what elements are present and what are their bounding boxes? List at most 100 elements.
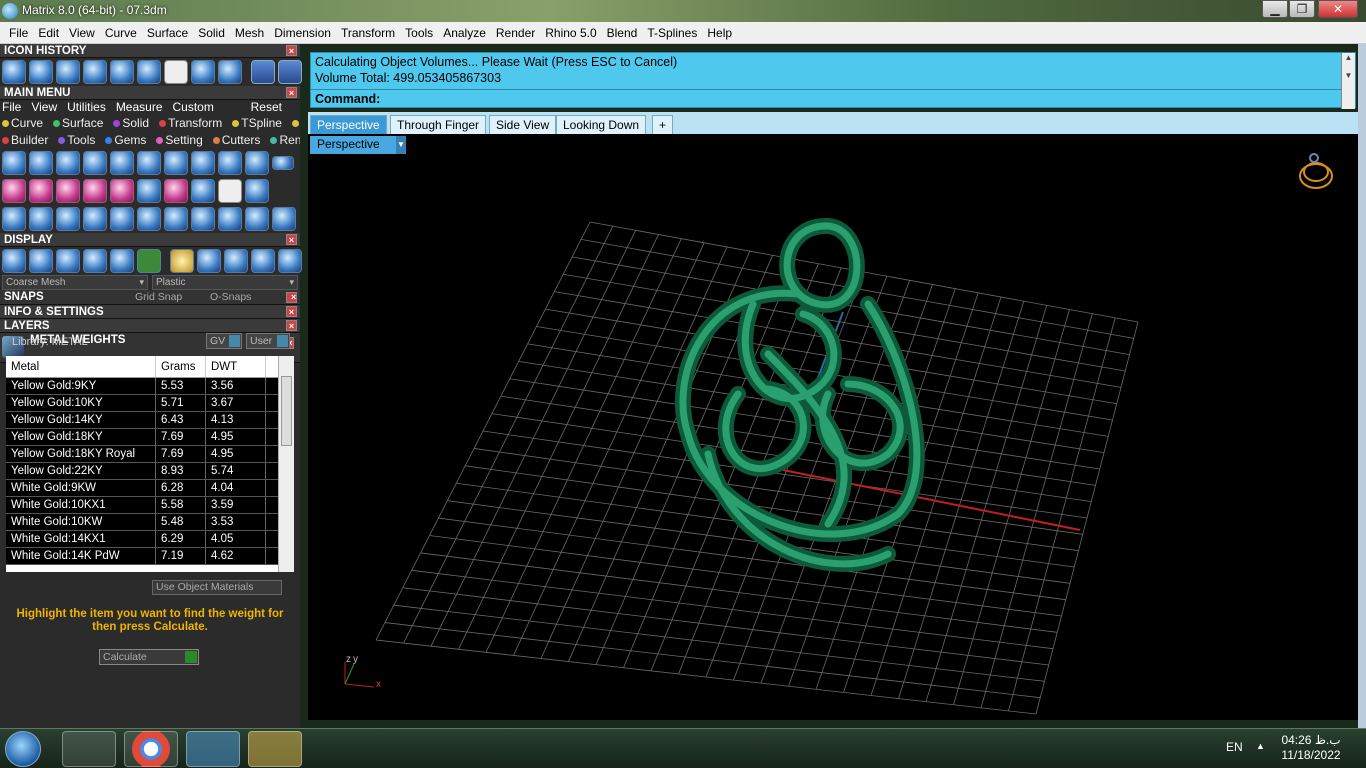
- remove-icon[interactable]: [56, 179, 80, 203]
- category-tools[interactable]: Tools: [58, 132, 100, 149]
- menu-tools[interactable]: Tools: [400, 26, 438, 40]
- material-select[interactable]: Plastic: [152, 275, 298, 290]
- category-art[interactable]: Art: [291, 115, 300, 132]
- category-cutters[interactable]: Cutters: [212, 132, 266, 149]
- close-icon[interactable]: ×: [286, 234, 297, 245]
- calculate-button[interactable]: Calculate: [99, 649, 199, 665]
- menu-analyze[interactable]: Analyze: [438, 26, 491, 40]
- curve-tool-icon[interactable]: [2, 60, 26, 84]
- table-scrollbar[interactable]: [278, 356, 294, 572]
- clock[interactable]: 04:26 ب.ظ 11/18/2022: [1278, 733, 1344, 763]
- points-tool-icon[interactable]: [29, 60, 53, 84]
- pattern-icon[interactable]: [110, 179, 134, 203]
- shield-icon[interactable]: [191, 151, 215, 175]
- rotate-icon[interactable]: [29, 207, 53, 231]
- tray-expand-icon[interactable]: ▲: [1256, 741, 1265, 751]
- menu-view[interactable]: View: [64, 26, 100, 40]
- table-row[interactable]: Yellow Gold:22KY 8.93 5.74: [6, 463, 294, 480]
- tab-looking-down[interactable]: Looking Down: [556, 115, 647, 134]
- category-curve[interactable]: Curve: [2, 115, 48, 132]
- arrow-left-icon[interactable]: [251, 60, 275, 84]
- menu-surface[interactable]: Surface: [142, 26, 193, 40]
- command-scrollbar[interactable]: ▲ ▼: [1341, 53, 1355, 109]
- table-row[interactable]: Yellow Gold:18KY 7.69 4.95: [6, 429, 294, 446]
- use-object-materials-toggle[interactable]: Use Object Materials: [152, 580, 282, 595]
- category-tspline[interactable]: TSpline: [232, 115, 287, 132]
- render-icon[interactable]: [83, 249, 107, 273]
- toggle-icon[interactable]: [272, 156, 294, 170]
- category-solid[interactable]: Solid: [113, 115, 154, 132]
- close-icon[interactable]: ×: [286, 320, 297, 331]
- gv-toggle[interactable]: GV: [206, 333, 242, 349]
- mm-custom[interactable]: Custom: [173, 100, 214, 115]
- category-transform[interactable]: Transform: [159, 115, 227, 132]
- scale-icon[interactable]: [137, 207, 161, 231]
- circle-tool-icon[interactable]: [56, 60, 80, 84]
- menu-transform[interactable]: Transform: [336, 26, 400, 40]
- table-row[interactable]: White Gold:9KW 6.28 4.04: [6, 480, 294, 497]
- loft-icon[interactable]: [137, 151, 161, 175]
- sphere-icon[interactable]: [245, 179, 269, 203]
- mm-utilities[interactable]: Utilities: [67, 100, 106, 115]
- chrome-material-icon[interactable]: [251, 249, 275, 273]
- table-row[interactable]: Yellow Gold:10KY 5.71 3.67: [6, 395, 294, 412]
- scroll-thumb[interactable]: [281, 376, 292, 446]
- maximize-button[interactable]: ❐: [1289, 0, 1315, 18]
- mirror-icon[interactable]: [218, 207, 242, 231]
- wireframe-icon[interactable]: [2, 249, 26, 273]
- menu-edit[interactable]: Edit: [33, 26, 64, 40]
- mm-measure[interactable]: Measure: [116, 100, 163, 115]
- start-button[interactable]: [5, 731, 41, 767]
- surface-icon[interactable]: [83, 151, 107, 175]
- bail-icon[interactable]: [218, 151, 242, 175]
- category-builder[interactable]: Builder: [2, 132, 53, 149]
- menu-tsplines[interactable]: T-Splines: [642, 26, 702, 40]
- add-icon[interactable]: [2, 179, 26, 203]
- box-tool-icon[interactable]: [83, 60, 107, 84]
- profile-icon[interactable]: [110, 151, 134, 175]
- language-indicator[interactable]: EN: [1226, 740, 1243, 754]
- add-point-icon[interactable]: [29, 179, 53, 203]
- tab-perspective[interactable]: Perspective: [310, 115, 387, 134]
- category-gems[interactable]: Gems: [105, 132, 151, 149]
- curve-icon[interactable]: [29, 151, 53, 175]
- command-input[interactable]: Command:: [311, 89, 1341, 108]
- table-row[interactable]: Yellow Gold:14KY 6.43 4.13: [6, 412, 294, 429]
- tab-through-finger[interactable]: Through Finger: [390, 115, 487, 134]
- category-surface[interactable]: Surface: [53, 115, 108, 132]
- col-grams[interactable]: Grams: [156, 356, 206, 377]
- scatter-icon[interactable]: [218, 179, 242, 203]
- ring-outline-icon[interactable]: [272, 207, 296, 231]
- arrow-right-icon[interactable]: [278, 60, 302, 84]
- menu-help[interactable]: Help: [702, 26, 737, 40]
- cone-tool-icon[interactable]: [191, 60, 215, 84]
- viewport-label[interactable]: Perspective ▼: [310, 136, 406, 154]
- chrome-app-icon[interactable]: [124, 731, 178, 767]
- array-icon[interactable]: [137, 179, 161, 203]
- close-button[interactable]: ✕: [1318, 0, 1358, 18]
- explorer-app-icon[interactable]: [248, 731, 302, 767]
- layout-icon[interactable]: [137, 249, 161, 273]
- cut-icon[interactable]: [245, 207, 269, 231]
- mm-reset[interactable]: Reset: [251, 100, 282, 115]
- check-tool-icon[interactable]: [218, 60, 242, 84]
- table-row[interactable]: White Gold:14K PdW 7.19 4.62: [6, 548, 294, 565]
- link-icon[interactable]: [191, 207, 215, 231]
- menu-mesh[interactable]: Mesh: [230, 26, 269, 40]
- close-icon[interactable]: ×: [286, 45, 297, 56]
- o-snaps-toggle[interactable]: O-Snaps: [210, 290, 251, 305]
- table-row[interactable]: Yellow Gold:9KY 5.53 3.56: [6, 378, 294, 395]
- close-icon[interactable]: ×: [286, 87, 297, 98]
- menu-file[interactable]: File: [4, 26, 33, 40]
- document-icon[interactable]: [164, 60, 188, 84]
- circle-icon[interactable]: [2, 151, 26, 175]
- menu-dimension[interactable]: Dimension: [269, 26, 336, 40]
- arc-icon[interactable]: [83, 179, 107, 203]
- no-material-icon[interactable]: [278, 249, 302, 273]
- table-row[interactable]: White Gold:10KW 5.48 3.53: [6, 514, 294, 531]
- matrix-app-icon[interactable]: [186, 731, 240, 767]
- move-icon[interactable]: [110, 207, 134, 231]
- category-render[interactable]: Render: [270, 132, 300, 149]
- tab-side-view[interactable]: Side View: [489, 115, 557, 134]
- blocks-icon[interactable]: [2, 207, 26, 231]
